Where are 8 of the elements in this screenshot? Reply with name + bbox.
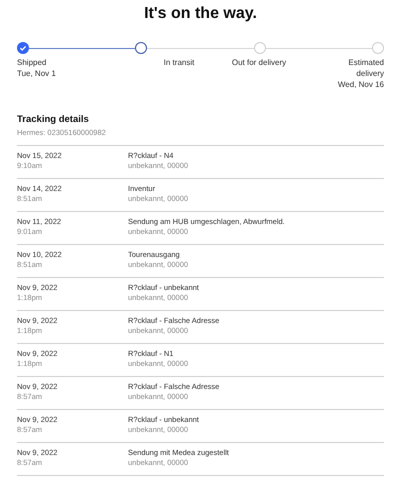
section-heading: Tracking details (17, 114, 90, 126)
step-label: In transit (164, 57, 194, 68)
step-label: Shipped (17, 57, 46, 68)
step-label: Out for delivery (232, 57, 286, 68)
step-label: Estimated delivery (347, 57, 384, 79)
step-date: Wed, Nov 16 (338, 79, 384, 90)
step-date: Tue, Nov 1 (17, 68, 56, 79)
page-title: It's on the way. (143, 4, 258, 24)
